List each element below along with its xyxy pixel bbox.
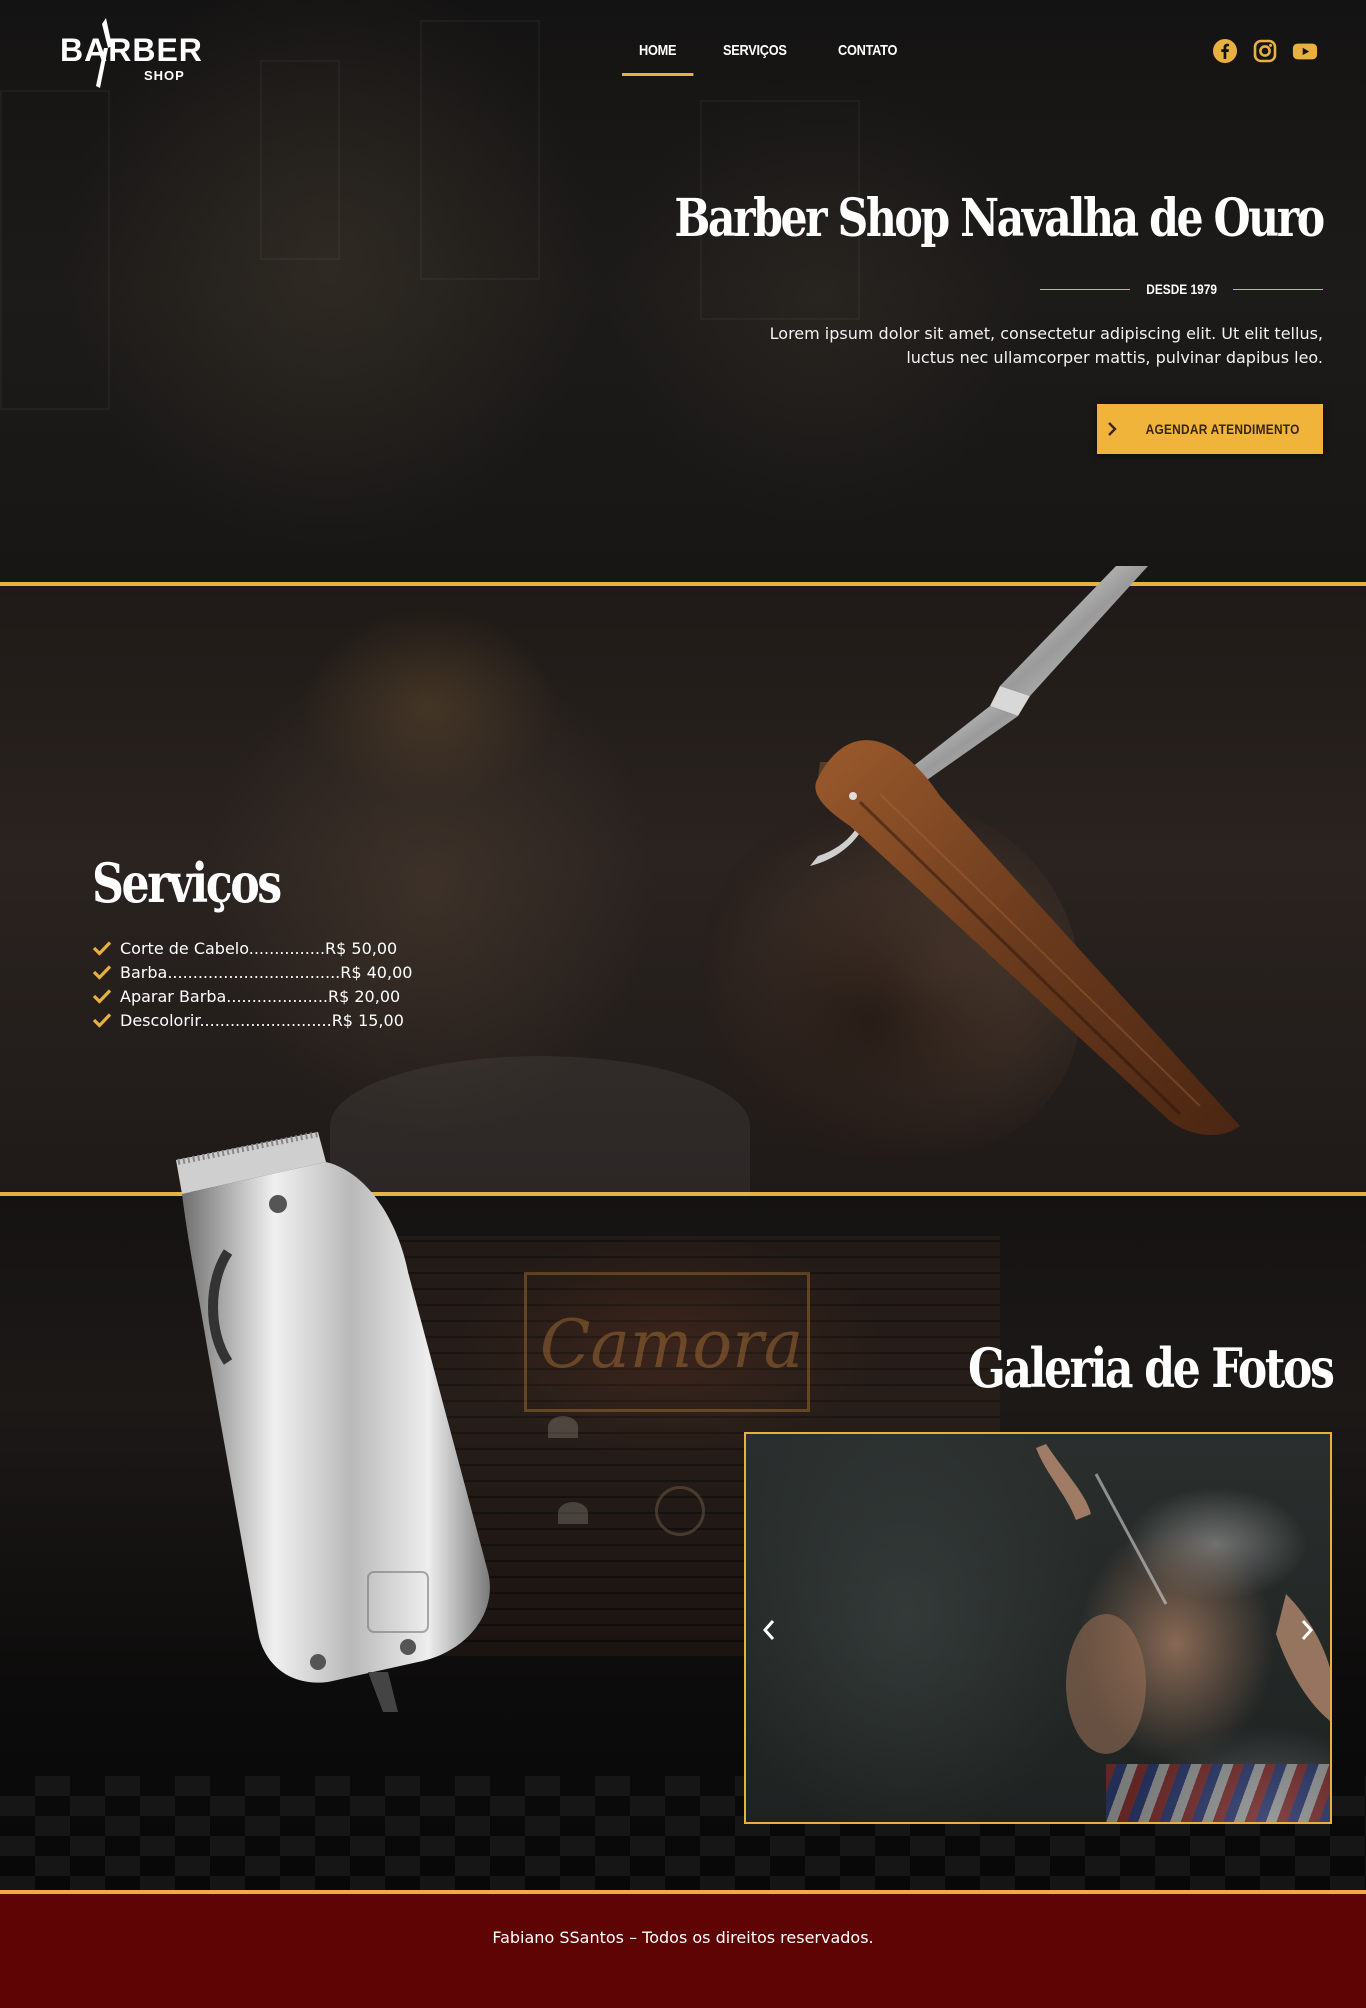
carousel-prev-button[interactable] (754, 1610, 784, 1650)
service-item: Descolorir..........................R$ 1… (92, 1008, 412, 1032)
chevron-right-icon (1301, 1620, 1314, 1640)
schedule-appointment-label: AGENDAR ATENDIMENTO (1145, 421, 1301, 437)
facebook-icon[interactable] (1212, 38, 1238, 64)
hero-section: BARBER SHOP HOME SERVIÇOS CONTATO Barber… (0, 0, 1366, 582)
divider-line (1233, 288, 1323, 290)
schedule-appointment-button[interactable]: AGENDAR ATENDIMENTO (1097, 404, 1323, 454)
service-item: Aparar Barba....................R$ 20,00 (92, 984, 412, 1008)
since-divider: DESDE 1979 (1039, 281, 1323, 297)
youtube-icon[interactable] (1292, 38, 1318, 64)
service-text: Corte de Cabelo...............R$ 50,00 (120, 938, 398, 958)
footer-copyright: Fabiano SSantos – Todos os direitos rese… (492, 1928, 874, 1947)
social-links (1212, 38, 1318, 64)
hair-clipper-image (176, 1132, 490, 1712)
services-title: Serviços (92, 851, 282, 915)
background-frame (420, 20, 540, 280)
service-list: Corte de Cabelo...............R$ 50,00 B… (92, 936, 412, 1032)
footer: Fabiano SSantos – Todos os direitos rese… (0, 1890, 1366, 2008)
check-icon (92, 1013, 112, 1028)
carousel-next-button[interactable] (1292, 1610, 1322, 1650)
background-frame (260, 60, 340, 260)
logo[interactable]: BARBER SHOP (58, 14, 208, 90)
service-text: Descolorir..........................R$ 1… (120, 1010, 404, 1030)
service-item: Corte de Cabelo...............R$ 50,00 (92, 936, 412, 960)
carousel-photo (1036, 1444, 1330, 1754)
photo-carousel[interactable] (744, 1432, 1332, 1824)
since-text: DESDE 1979 (1145, 281, 1217, 297)
nav-item-home[interactable]: HOME (622, 30, 694, 76)
logo-wordmark: BARBER (60, 32, 203, 68)
divider-line (1039, 288, 1130, 290)
background-lamp (558, 1502, 588, 1524)
check-icon (92, 989, 112, 1004)
instagram-icon[interactable] (1252, 38, 1278, 64)
nav-item-contato[interactable]: CONTATO (821, 30, 914, 76)
service-text: Barba..................................R… (120, 962, 413, 982)
service-item: Barba..................................R… (92, 960, 412, 984)
check-icon (92, 941, 112, 956)
hero-description: Lorem ipsum dolor sit amet, consectetur … (769, 324, 1323, 367)
background-lamp (548, 1416, 578, 1438)
chevron-right-icon (1108, 422, 1118, 436)
logo-subtitle: SHOP (144, 68, 185, 83)
background-sign-text: Camora (540, 1306, 804, 1383)
main-nav: HOME SERVIÇOS CONTATO (622, 30, 930, 76)
nav-item-servicos[interactable]: SERVIÇOS (706, 30, 804, 76)
service-text: Aparar Barba....................R$ 20,00 (120, 986, 401, 1006)
gallery-title: Galeria de Fotos (967, 1336, 1335, 1400)
hero-title: Barber Shop Navalha de Ouro (674, 188, 1326, 249)
background-frame (0, 90, 110, 410)
straight-razor-image (810, 566, 1240, 1136)
check-icon (92, 965, 112, 980)
background-clock (655, 1486, 705, 1536)
razor-logo-icon (96, 18, 112, 88)
chevron-left-icon (762, 1620, 775, 1640)
